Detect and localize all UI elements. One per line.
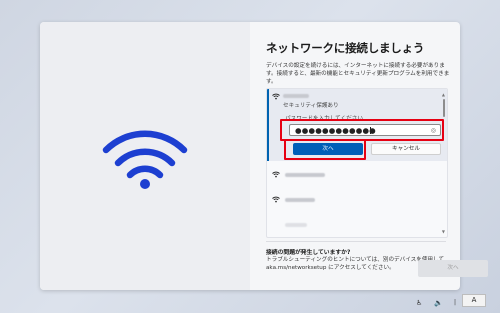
network-name-redacted bbox=[283, 94, 309, 98]
scroll-down-arrow[interactable]: ▼ bbox=[442, 229, 445, 234]
wifi-icon bbox=[272, 93, 280, 100]
network-item[interactable] bbox=[267, 165, 445, 183]
page-description: デバイスの設定を続けるには、インターネットに接続する必要があります。接続すると、… bbox=[266, 63, 450, 85]
cancel-button[interactable]: キャンセル bbox=[371, 143, 441, 155]
volume-icon[interactable]: 🔈 bbox=[434, 299, 443, 307]
page-title: ネットワークに接続しましょう bbox=[266, 41, 425, 55]
accessibility-icon[interactable]: ♿ bbox=[416, 299, 422, 307]
scroll-up-arrow[interactable]: ▲ bbox=[442, 92, 445, 97]
ime-mode-indicator[interactable]: A bbox=[462, 294, 486, 307]
oobe-card: ネットワークに接続しましょう デバイスの設定を続けるには、インターネットに接続す… bbox=[40, 22, 488, 290]
wifi-icon bbox=[272, 171, 280, 178]
network-security: セキュリティ保護あり bbox=[283, 103, 339, 109]
scrollbar-thumb[interactable] bbox=[443, 99, 445, 117]
separator-icon: | bbox=[454, 299, 457, 306]
system-tray: ♿ 🔈 | A bbox=[410, 291, 500, 313]
network-item[interactable] bbox=[267, 190, 445, 208]
network-name-redacted bbox=[285, 173, 325, 177]
left-pane bbox=[40, 22, 250, 290]
network-name-redacted bbox=[285, 223, 307, 227]
next-highlight-box bbox=[284, 139, 366, 160]
network-name-redacted bbox=[285, 198, 315, 202]
divider bbox=[266, 241, 446, 242]
wifi-icon bbox=[272, 196, 280, 203]
bottom-next-button[interactable]: 次へ bbox=[418, 260, 488, 277]
help-title: 接続の問題が発生していますか? bbox=[266, 250, 351, 256]
network-item[interactable] bbox=[267, 215, 445, 233]
network-list[interactable]: セキュリティ保護あり パスワードを入力してください ●●●●●●●●●●●● ◎… bbox=[266, 88, 448, 238]
wifi-hero-icon bbox=[102, 130, 188, 189]
password-highlight-box bbox=[280, 119, 444, 141]
